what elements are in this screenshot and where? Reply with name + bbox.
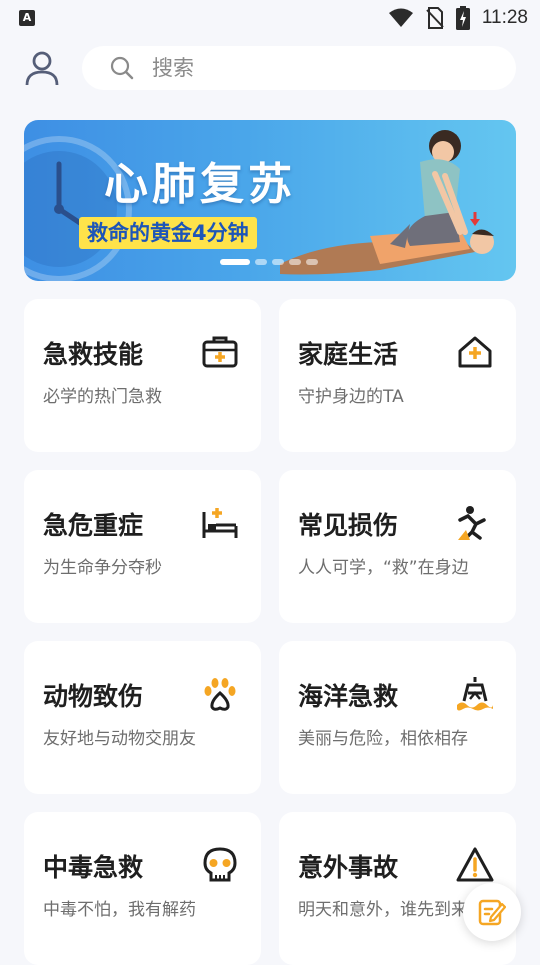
category-card-first-aid-skills[interactable]: 急救技能 必学的热门急救 xyxy=(24,299,261,452)
cpr-illustration xyxy=(280,130,494,275)
status-time: 11:28 xyxy=(481,7,528,28)
search-input[interactable]: 搜索 xyxy=(82,46,516,90)
carousel-dot[interactable] xyxy=(255,259,267,265)
card-title: 急危重症 xyxy=(43,511,144,540)
card-subtitle: 中毒不怕，我有解药 xyxy=(43,900,196,920)
category-card-poisoning-first-aid[interactable]: 中毒急救 中毒不怕，我有解药 xyxy=(24,812,261,965)
card-title: 急救技能 xyxy=(43,340,144,369)
card-title: 意外事故 xyxy=(298,853,399,882)
category-card-family-life[interactable]: 家庭生活 守护身边的TA xyxy=(279,299,516,452)
carousel-dot[interactable] xyxy=(289,259,301,265)
card-title: 海洋急救 xyxy=(298,682,399,711)
user-icon xyxy=(25,51,59,86)
house-plus-icon xyxy=(458,336,492,368)
card-subtitle: 守护身边的TA xyxy=(298,387,404,407)
warning-triangle-icon xyxy=(456,847,494,882)
skull-icon xyxy=(203,847,237,882)
card-title: 中毒急救 xyxy=(43,853,144,882)
category-card-critical-illness[interactable]: 急危重症 为生命争分夺秒 xyxy=(24,470,261,623)
category-card-ocean-first-aid[interactable]: 海洋急救 美丽与危险，相依相存 xyxy=(279,641,516,794)
banner-carousel[interactable]: 心肺复苏 救命的黄金4分钟 xyxy=(24,120,516,281)
card-title: 家庭生活 xyxy=(298,340,399,369)
card-subtitle: 美丽与危险，相依相存 xyxy=(298,729,468,749)
carousel-dot[interactable] xyxy=(220,259,250,265)
status-bar: A 11:28 xyxy=(0,0,540,38)
battery-charging-icon xyxy=(455,6,470,30)
category-card-animal-injuries[interactable]: 动物致伤 友好地与动物交朋友 xyxy=(24,641,261,794)
note-edit-button[interactable] xyxy=(463,883,521,941)
card-subtitle: 人人可学，“救”在身边 xyxy=(298,558,469,578)
hospital-bed-icon xyxy=(202,508,238,538)
card-subtitle: 友好地与动物交朋友 xyxy=(43,729,196,749)
wifi-icon xyxy=(388,8,413,27)
buoy-waves-icon xyxy=(457,677,493,711)
falling-person-icon xyxy=(458,506,486,540)
search-icon xyxy=(110,56,134,80)
card-subtitle: 为生命争分夺秒 xyxy=(43,558,162,578)
card-title: 常见损伤 xyxy=(298,511,399,540)
first-aid-kit-icon xyxy=(202,336,238,368)
card-subtitle: 必学的热门急救 xyxy=(43,387,162,407)
no-sim-icon xyxy=(426,7,444,29)
edit-note-icon xyxy=(478,899,506,926)
banner-subtitle: 救命的黄金4分钟 xyxy=(79,217,257,249)
app-notification-icon: A xyxy=(19,10,35,26)
user-profile-button[interactable] xyxy=(24,50,60,86)
carousel-dots xyxy=(220,259,318,265)
carousel-dot[interactable] xyxy=(272,259,284,265)
carousel-dot[interactable] xyxy=(306,259,318,265)
card-title: 动物致伤 xyxy=(43,682,144,711)
category-card-common-injuries[interactable]: 常见损伤 人人可学，“救”在身边 xyxy=(279,470,516,623)
paw-icon xyxy=(204,678,236,711)
search-placeholder: 搜索 xyxy=(152,56,194,80)
card-subtitle: 明天和意外，谁先到来 xyxy=(298,900,468,920)
